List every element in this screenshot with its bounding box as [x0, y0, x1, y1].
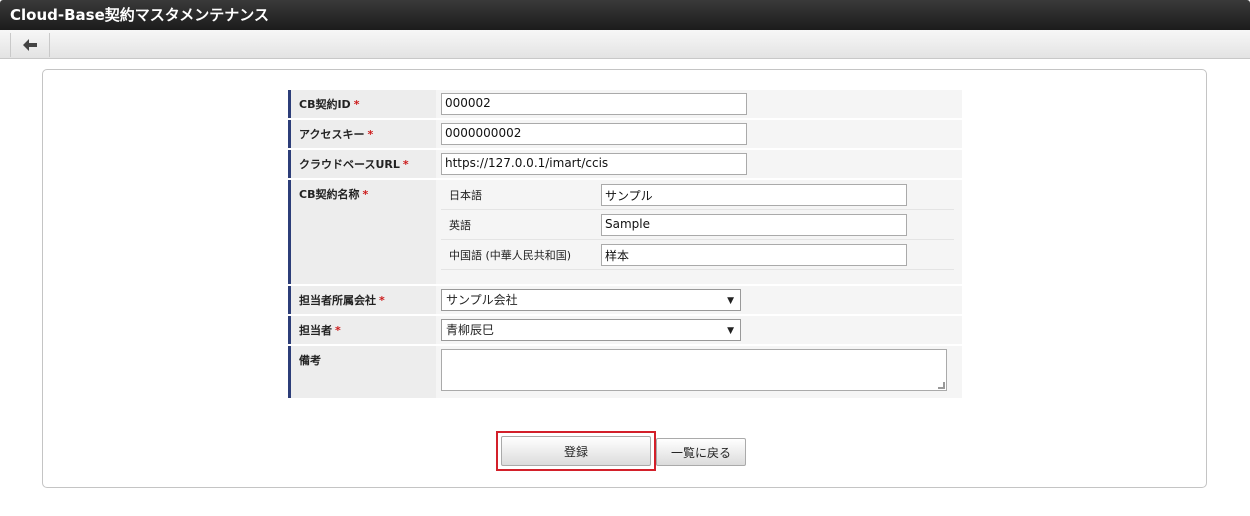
- required-mark: *: [379, 294, 385, 307]
- cloud-url-label: クラウドベースURL *: [288, 150, 436, 178]
- notes-label: 備考: [288, 346, 436, 398]
- locale-row-zh: 中国語 (中華人民共和国) 样本: [441, 240, 954, 270]
- company-select[interactable]: サンプル会社 ▼: [441, 289, 741, 311]
- cb-name-en-input[interactable]: Sample: [601, 213, 907, 236]
- notes-textarea[interactable]: [441, 349, 947, 391]
- register-button[interactable]: 登録: [501, 436, 651, 466]
- row-notes: 備考: [288, 346, 962, 400]
- back-to-list-button[interactable]: 一覧に戻る: [656, 438, 746, 466]
- window-title: Cloud-Base契約マスタメンテナンス: [0, 0, 1250, 30]
- row-person: 担当者 * 青柳辰巳 ▼: [288, 316, 962, 346]
- arrow-left-icon: [23, 39, 37, 51]
- cb-name-label: CB契約名称 *: [288, 180, 436, 284]
- person-select[interactable]: 青柳辰巳 ▼: [441, 319, 741, 341]
- row-access-key: アクセスキー * 0000000002: [288, 120, 962, 150]
- required-mark: *: [402, 158, 409, 171]
- row-company: 担当者所属会社 * サンプル会社 ▼: [288, 286, 962, 316]
- locale-row-ja: 日本語 サンプル: [441, 180, 954, 210]
- toolbar: [0, 30, 1250, 59]
- resize-handle-icon[interactable]: [938, 382, 945, 389]
- access-key-label: アクセスキー *: [288, 120, 436, 148]
- cb-name-zh-input[interactable]: 样本: [601, 243, 907, 266]
- access-key-input[interactable]: 0000000002: [441, 123, 747, 145]
- back-button[interactable]: [10, 33, 50, 57]
- required-mark: *: [367, 128, 374, 141]
- register-button-highlight: 登録: [496, 431, 656, 471]
- cloud-url-input[interactable]: https://127.0.0.1/imart/ccis: [441, 153, 747, 175]
- dropdown-arrow-icon: ▼: [727, 326, 734, 336]
- person-label: 担当者 *: [288, 316, 436, 344]
- contract-form: CB契約ID * 000002 アクセスキー * 0000000002 クラウドベー…: [288, 90, 962, 400]
- row-cb-name: CB契約名称 * 日本語 サンプル 英語 Sample 中国語 (中華人民共和国)…: [288, 180, 962, 286]
- cb-name-ja-input[interactable]: サンプル: [601, 183, 907, 206]
- cb-id-input[interactable]: 000002: [441, 93, 747, 115]
- dropdown-arrow-icon: ▼: [727, 296, 734, 306]
- cb-id-label: CB契約ID *: [288, 90, 436, 118]
- required-mark: *: [362, 188, 369, 201]
- required-mark: *: [353, 98, 360, 111]
- locale-row-en: 英語 Sample: [441, 210, 954, 240]
- company-label: 担当者所属会社 *: [288, 286, 436, 314]
- row-cloud-url: クラウドベースURL * https://127.0.0.1/imart/ccis: [288, 150, 962, 180]
- required-mark: *: [335, 324, 341, 337]
- row-cb-id: CB契約ID * 000002: [288, 90, 962, 120]
